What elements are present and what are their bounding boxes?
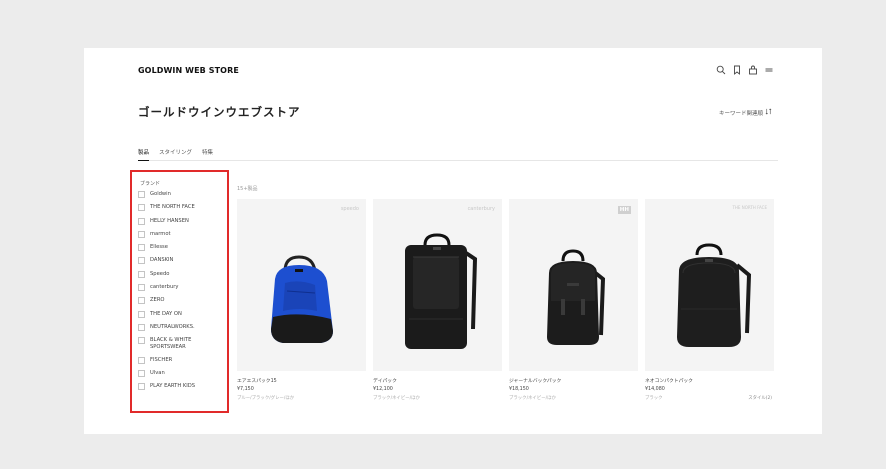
product-colors: ブルー/ブラック/グレー/ほか xyxy=(237,396,295,401)
product-image[interactable]: HH xyxy=(509,199,638,371)
product-colors: ブラック/ネイビー/ほか xyxy=(509,396,556,401)
brand-option[interactable]: THE DAY ON xyxy=(138,310,226,318)
product-name[interactable]: デイパック xyxy=(373,377,502,384)
brand-filter-title: ブランド xyxy=(140,181,161,187)
product-card[interactable]: THE NORTH FACE ネオコンパクトパック ¥14,080 ブラック ス… xyxy=(645,199,774,401)
checkbox[interactable] xyxy=(138,257,145,265)
sort-icon xyxy=(765,108,772,117)
brand-label: Goldwin xyxy=(150,191,171,197)
checkbox[interactable] xyxy=(138,244,145,252)
checkbox[interactable] xyxy=(138,356,145,364)
product-colors: ブラック/ネイビー/ほか xyxy=(373,396,420,401)
brand-label: THE DAY ON xyxy=(150,310,182,317)
brand-label: canterbury xyxy=(150,284,179,291)
product-price: ¥14,080 xyxy=(645,387,665,392)
product-price: ¥7,150 xyxy=(237,387,254,392)
brand-option[interactable]: THE NORTH FACE xyxy=(138,204,226,212)
product-image[interactable]: speedo xyxy=(237,199,366,371)
results-count: 15+製品 xyxy=(237,186,258,192)
brand-label: ZERO xyxy=(150,297,165,304)
backpack-image xyxy=(405,233,478,349)
brand-option[interactable]: marmot xyxy=(138,230,226,238)
brand-option[interactable]: NEUTRALWORKS. xyxy=(138,323,226,331)
checkbox[interactable] xyxy=(138,204,145,212)
brand-option[interactable]: Ellesse xyxy=(138,244,226,252)
brand-option[interactable]: FISCHER xyxy=(138,356,226,364)
checkbox[interactable] xyxy=(138,217,145,225)
brand-option[interactable]: ZERO xyxy=(138,297,226,305)
brand-option[interactable]: Ulvan xyxy=(138,369,226,377)
brand-label: DANSKIN xyxy=(150,257,174,264)
bookmark-icon[interactable] xyxy=(732,65,742,75)
brand-option[interactable]: BLACK & WHITE SPORTSWEAR xyxy=(138,337,226,350)
product-price: ¥12,100 xyxy=(373,387,393,392)
product-image[interactable]: THE NORTH FACE xyxy=(645,199,774,371)
brand-label: HELLY HANSEN xyxy=(150,217,189,224)
backpack-image xyxy=(547,249,606,345)
brand-filter-panel: ブランド Goldwin THE NORTH FACE HELLY HANSEN… xyxy=(130,170,229,413)
brand-label: Ulvan xyxy=(150,369,165,376)
header-icons xyxy=(716,65,774,75)
brand-option[interactable]: PLAY EARTH KIDS xyxy=(138,383,226,391)
checkbox[interactable] xyxy=(138,230,145,238)
checkbox[interactable] xyxy=(138,284,145,292)
brand-label: Ellesse xyxy=(150,244,168,251)
brand-label: NEUTRALWORKS. xyxy=(150,323,195,330)
product-name[interactable]: ジャーナルバックパック xyxy=(509,377,638,384)
brand-option[interactable]: canterbury xyxy=(138,284,226,292)
brand-list: Goldwin THE NORTH FACE HELLY HANSEN marm… xyxy=(138,191,226,396)
checkbox[interactable] xyxy=(138,337,145,345)
checkbox[interactable] xyxy=(138,310,145,318)
product-card[interactable]: canterbury デイパック ¥12,100 ブラック/ネイビー/ほか xyxy=(373,199,502,401)
store-logo[interactable]: GOLDWIN WEB STORE xyxy=(138,66,239,75)
product-card[interactable]: speedo エアエスパック15 ¥7,150 ブルー/ブラック/グレー/ほか xyxy=(237,199,366,401)
checkbox[interactable] xyxy=(138,297,145,305)
tab-features[interactable]: 特集 xyxy=(202,145,213,161)
tab-products[interactable]: 製品 xyxy=(138,145,150,161)
tab-styling[interactable]: スタイリング xyxy=(159,145,192,161)
product-name[interactable]: エアエスパック15 xyxy=(237,377,366,384)
product-card[interactable]: HH ジャーナルバックパック ¥18,150 ブラック/ネイビー/ほか xyxy=(509,199,638,401)
brand-option[interactable]: Speedo xyxy=(138,270,226,278)
brand-option[interactable]: HELLY HANSEN xyxy=(138,217,226,225)
brand-option[interactable]: DANSKIN xyxy=(138,257,226,265)
backpack-image xyxy=(271,255,333,343)
checkbox[interactable] xyxy=(138,191,145,198)
menu-icon[interactable] xyxy=(764,65,774,75)
backpack-image xyxy=(677,243,752,347)
checkbox[interactable] xyxy=(138,369,145,377)
product-price: ¥18,150 xyxy=(509,387,529,392)
brand-label: BLACK & WHITE SPORTSWEAR xyxy=(150,337,192,350)
brand-label: THE NORTH FACE xyxy=(150,204,195,211)
brand-label: Speedo xyxy=(150,270,170,277)
brand-option[interactable]: Goldwin xyxy=(138,191,226,198)
style-count-link[interactable]: スタイル(2) xyxy=(748,395,772,401)
cart-icon[interactable] xyxy=(748,65,758,75)
category-tabs: 製品 スタイリング 特集 xyxy=(138,145,778,161)
store-panel: GOLDWIN WEB STORE ゴールドウインウエブストア キーワード関連順… xyxy=(84,48,822,434)
checkbox[interactable] xyxy=(138,383,145,391)
checkbox[interactable] xyxy=(138,270,145,278)
product-name[interactable]: ネオコンパクトパック xyxy=(645,377,774,384)
brand-label: PLAY EARTH KIDS xyxy=(150,383,196,390)
search-icon[interactable] xyxy=(716,65,726,75)
brand-label: marmot xyxy=(150,230,171,237)
checkbox[interactable] xyxy=(138,323,145,331)
product-image[interactable]: canterbury xyxy=(373,199,502,371)
brand-label: FISCHER xyxy=(150,356,173,363)
sort-label: キーワード関連順 xyxy=(718,110,763,117)
page-title: ゴールドウインウエブストア xyxy=(138,105,301,119)
sort-dropdown[interactable]: キーワード関連順 xyxy=(719,108,772,117)
